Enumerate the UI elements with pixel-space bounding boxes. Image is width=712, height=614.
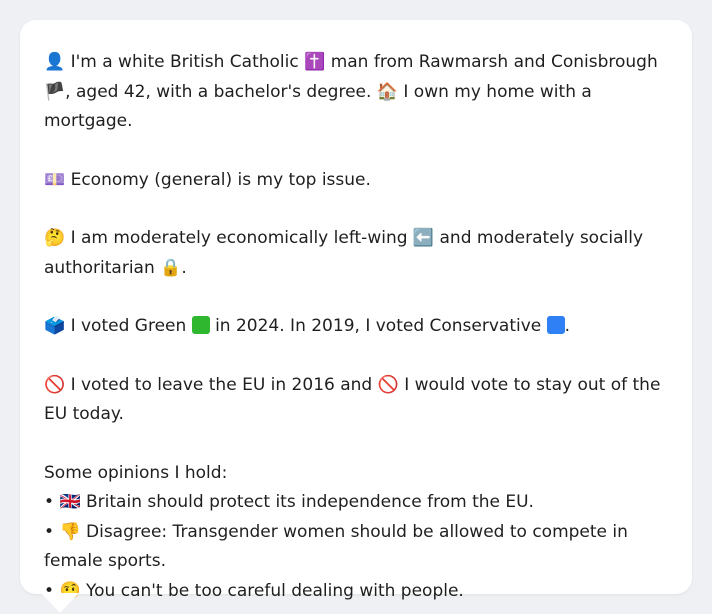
person-icon: 👤 — [44, 52, 66, 72]
blue-square-icon — [546, 316, 565, 334]
opinion-text: Disagree: Transgender women should be al… — [44, 521, 628, 572]
opinion-item: • 🇬🇧 Britain should protect its independ… — [44, 488, 668, 518]
identity-paragraph: 👤 I'm a white British Catholic ✝️ man fr… — [44, 48, 668, 137]
lock-icon: 🔒 — [160, 257, 182, 278]
thinking-icon: 🤔 — [44, 228, 66, 248]
thumbs-down-icon: 👎 — [59, 521, 81, 542]
speech-bubble-tail — [41, 593, 79, 613]
votes-text-3: . — [564, 316, 571, 336]
opinions-section: Some opinions I hold: • 🇬🇧 Britain shoul… — [44, 459, 668, 607]
bullet-marker: • — [44, 492, 55, 512]
ideology-paragraph: 🤔 I am moderately economically left-wing… — [44, 224, 668, 283]
votes-text-1: I voted Green — [70, 316, 187, 336]
prohibited-icon: 🚫 — [377, 374, 399, 395]
prohibited-icon: 🚫 — [44, 374, 66, 395]
cross-icon: ✝️ — [304, 52, 326, 72]
brexit-paragraph: 🚫 I voted to leave the EU in 2016 and 🚫 … — [44, 371, 668, 430]
ballot-box-icon: 🗳️ — [44, 316, 66, 336]
brexit-text-1: I voted to leave the EU in 2016 and — [70, 374, 373, 395]
opinion-item: • 👎 Disagree: Transgender women should b… — [44, 518, 668, 577]
profile-card: 👤 I'm a white British Catholic ✝️ man fr… — [20, 20, 692, 601]
left-arrow-icon: ⬅️ — [412, 228, 435, 248]
opinion-text: You can't be too careful dealing with pe… — [86, 580, 464, 601]
house-icon: 🏠 — [376, 81, 398, 102]
opinions-heading: Some opinions I hold: — [44, 462, 228, 483]
uk-flag-icon: 🇬🇧 — [59, 492, 81, 512]
opinion-text: Britain should protect its independence … — [86, 492, 534, 512]
votes-paragraph: 🗳️ I voted Green in 2024. In 2019, I vot… — [44, 312, 668, 342]
identity-text-3: , aged 42, with a bachelor's degree. — [65, 81, 372, 102]
votes-text-2: in 2024. In 2019, I voted Conservative — [215, 316, 542, 336]
england-flag-icon: 🏴 — [44, 81, 66, 102]
issue-text: Economy (general) is my top issue. — [70, 169, 371, 190]
ideology-text-3: . — [181, 257, 187, 278]
money-icon: 💷 — [44, 169, 66, 190]
identity-text-2: man from Rawmarsh and Conisbrough — [330, 52, 658, 72]
identity-text-1: I'm a white British Catholic — [70, 52, 299, 72]
ideology-text-1: I am moderately economically left-wing — [70, 228, 408, 248]
bullet-marker: • — [44, 521, 55, 542]
opinion-item: • 🤨 You can't be too careful dealing wit… — [44, 577, 668, 607]
issue-paragraph: 💷 Economy (general) is my top issue. — [44, 166, 668, 196]
green-square-icon — [191, 316, 210, 334]
